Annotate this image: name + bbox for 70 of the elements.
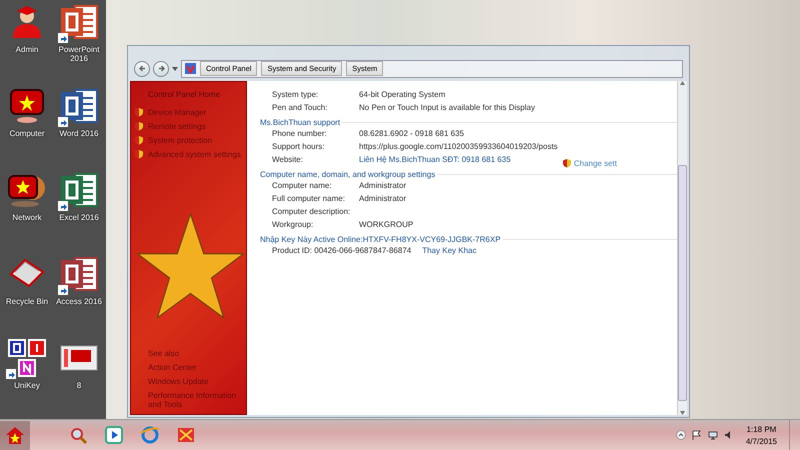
network-icon[interactable] <box>708 430 718 440</box>
shield-icon <box>134 107 144 117</box>
icon-label[interactable]: Access 2016 <box>54 297 104 306</box>
property-value: Administrator <box>359 181 406 190</box>
property-label: Pen and Touch: <box>272 103 328 112</box>
play-button-icon[interactable] <box>104 425 124 445</box>
clock[interactable]: 1:18 PM 4/7/2015 <box>746 424 777 446</box>
shield-icon <box>562 158 572 168</box>
section-heading: Ms.BichThuan support <box>260 118 340 127</box>
scroll-down-icon[interactable] <box>680 411 685 415</box>
property-label: Computer description: <box>272 207 352 216</box>
icon-label[interactable]: Recycle Bin <box>2 297 52 306</box>
property-label: Support hours: <box>272 142 326 151</box>
icon-label[interactable]: PowerPoint 2016 <box>54 45 104 63</box>
property-label: System type: <box>272 90 320 99</box>
date: 4/7/2015 <box>746 436 777 446</box>
back-button[interactable] <box>134 60 150 76</box>
icon-label[interactable]: Admin <box>2 45 52 54</box>
shortcut-arrow-icon <box>58 117 68 127</box>
property-value: 64-bit Operating System <box>359 90 446 99</box>
product-id: Product ID: 00426-066-9687847-86874 <box>272 246 412 255</box>
house-icon <box>4 424 26 446</box>
slides-app-icon[interactable] <box>59 2 99 42</box>
database-app-icon[interactable] <box>59 254 99 294</box>
time: 1:18 PM <box>746 424 776 434</box>
shield-icon <box>134 135 144 145</box>
property-label: Workgroup: <box>272 220 314 229</box>
magnifier-icon[interactable] <box>68 425 88 445</box>
spreadsheet-app-icon[interactable] <box>59 170 99 210</box>
left-arrow-icon <box>138 64 146 73</box>
forward-button[interactable] <box>153 60 169 76</box>
property-label: Computer name: <box>272 181 333 190</box>
icon-label[interactable]: Word 2016 <box>54 129 104 138</box>
shield-icon <box>134 121 144 131</box>
dropdown-arrow-icon[interactable] <box>172 66 178 70</box>
toolbox-icon[interactable] <box>176 425 196 445</box>
see-also-heading: See also <box>148 349 180 358</box>
globe-letter-icon[interactable] <box>140 425 160 445</box>
scrollbar[interactable] <box>677 81 687 415</box>
property-label: Phone number: <box>272 129 328 138</box>
section-heading: Nhập Key Này Active Online:HTXFV-FH8YX-VCY69-JJGBK-7R6XP <box>260 235 501 244</box>
icon-label[interactable]: UniKey <box>2 381 52 390</box>
property-value: Administrator <box>359 194 406 203</box>
property-value: WORKGROUP <box>359 220 414 229</box>
icon-label[interactable]: Computer <box>2 129 52 138</box>
show-hidden-icons-icon[interactable] <box>676 430 686 440</box>
start-button[interactable] <box>0 420 30 450</box>
shortcut-arrow-icon <box>58 285 68 295</box>
section-heading: Computer name, domain, and workgroup settings <box>260 170 436 179</box>
right-arrow-icon <box>156 64 166 73</box>
flag-icon[interactable] <box>692 430 702 440</box>
shortcut-arrow-icon <box>6 369 16 379</box>
document-app-icon[interactable] <box>59 86 99 126</box>
letter-tiles-icon[interactable] <box>7 338 47 378</box>
shortcut-arrow-icon <box>58 201 68 211</box>
scroll-up-icon[interactable] <box>680 81 685 85</box>
icon-label[interactable]: Network <box>2 213 52 222</box>
change-key-link[interactable]: Thay Key Khac <box>422 246 476 255</box>
website-link[interactable]: Liên Hệ Ms.BichThuan SĐT: 0918 681 635 <box>359 155 511 164</box>
property-value: 08.6281.6902 - 0918 681 635 <box>359 129 464 138</box>
property-value: https://plus.google.com/110200359933604019203/posts <box>359 142 558 151</box>
shortcut-arrow-icon <box>58 33 68 43</box>
monitor-icon[interactable] <box>7 86 47 126</box>
icon-label[interactable]: 8 <box>54 381 104 390</box>
shield-icon <box>134 149 144 159</box>
icon-label[interactable]: Excel 2016 <box>54 213 104 222</box>
property-label: Full computer name: <box>272 194 346 203</box>
property-label: Website: <box>272 155 304 164</box>
control-panel-icon <box>185 63 196 74</box>
property-value: No Pen or Touch Input is available for this Display <box>359 103 535 112</box>
